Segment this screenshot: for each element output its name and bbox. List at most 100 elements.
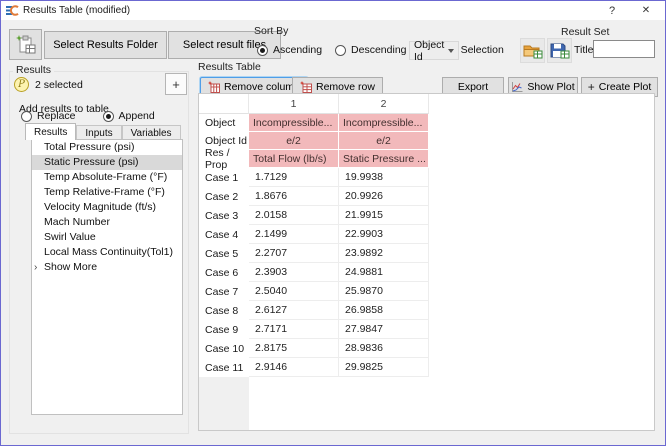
table-case-row: Case 5 2.2707 23.9892 <box>199 244 654 263</box>
results-list-item[interactable]: › Show More <box>32 260 182 275</box>
table-cell[interactable]: 2.2707 <box>249 244 339 263</box>
remove-row-label: Remove row <box>316 81 375 93</box>
plus-icon: + <box>588 80 595 94</box>
table-cell[interactable]: Static Pressure ... <box>339 150 429 168</box>
sort-field-value: Object Id <box>414 39 448 63</box>
sort-by-radio-option[interactable]: Descending <box>335 44 406 56</box>
row-header-cell[interactable]: Case 8 <box>199 301 249 320</box>
results-list-item-label: Local Mass Continuity(Tol1) <box>44 246 173 258</box>
row-header-cell[interactable]: Case 4 <box>199 225 249 244</box>
table-cell[interactable]: Incompressible... <box>249 114 339 132</box>
table-case-row: Case 10 2.8175 28.9836 <box>199 339 654 358</box>
results-list-item[interactable]: Total Pressure (psi) <box>32 140 182 155</box>
save-result-set-button[interactable] <box>547 38 572 63</box>
close-icon[interactable]: ✕ <box>633 1 659 20</box>
row-header-cell[interactable]: Case 3 <box>199 206 249 225</box>
results-list-item[interactable]: Temp Relative-Frame (°F) <box>32 185 182 200</box>
row-header-cell[interactable]: Case 7 <box>199 282 249 301</box>
row-header-cell[interactable]: Case 6 <box>199 263 249 282</box>
table-cell[interactable]: 29.9825 <box>339 358 429 377</box>
results-list-item[interactable]: Local Mass Continuity(Tol1) <box>32 245 182 260</box>
table-cell[interactable]: 24.9881 <box>339 263 429 282</box>
expand-chevron-icon[interactable]: › <box>34 260 37 275</box>
table-cell[interactable]: 23.9892 <box>339 244 429 263</box>
table-cell[interactable]: 2.1499 <box>249 225 339 244</box>
result-set-title-input[interactable] <box>593 40 655 58</box>
table-cell[interactable]: 2.5040 <box>249 282 339 301</box>
table-cell[interactable]: 26.9858 <box>339 301 429 320</box>
table-cell[interactable]: 2.3903 <box>249 263 339 282</box>
results-list-item[interactable]: Mach Number <box>32 215 182 230</box>
table-cell[interactable]: 1.8676 <box>249 187 339 206</box>
radio-icon <box>21 111 32 122</box>
help-button[interactable]: ? <box>599 1 625 20</box>
add-mode-radio-option[interactable]: Replace <box>21 110 76 122</box>
row-header-cell[interactable]: Case 10 <box>199 339 249 358</box>
tab[interactable]: Inputs <box>76 125 121 140</box>
column-header-cell[interactable]: 1 <box>249 94 339 114</box>
results-list-item[interactable]: Velocity Magnitude (ft/s) <box>32 200 182 215</box>
table-case-row: Case 11 2.9146 29.9825 <box>199 358 654 377</box>
tab[interactable]: Results <box>25 123 76 140</box>
table-case-row: Case 8 2.6127 26.9858 <box>199 301 654 320</box>
table-case-row: Case 7 2.5040 25.9870 <box>199 282 654 301</box>
results-list: Total Pressure (psi) Static Pressure (ps… <box>31 139 183 415</box>
remove-column-label: Remove column <box>224 81 300 93</box>
table-cell[interactable]: 21.9915 <box>339 206 429 225</box>
table-cell[interactable]: 1.7129 <box>249 168 339 187</box>
select-results-folder-button[interactable]: Select Results Folder <box>44 31 167 59</box>
table-cell[interactable]: 28.9836 <box>339 339 429 358</box>
table-case-row: Case 4 2.1499 22.9903 <box>199 225 654 244</box>
table-corner-cell[interactable] <box>199 94 249 114</box>
sort-by-label: Sort By <box>254 25 288 37</box>
title-label: Title <box>574 44 593 56</box>
row-header-cell[interactable]: Case 9 <box>199 320 249 339</box>
table-cell[interactable]: 2.6127 <box>249 301 339 320</box>
row-header-cell[interactable]: Object <box>199 114 249 132</box>
row-header-cell[interactable]: Case 1 <box>199 168 249 187</box>
column-header-cell[interactable]: 2 <box>339 94 429 114</box>
table-cell[interactable]: 20.9926 <box>339 187 429 206</box>
table-cell[interactable]: 2.7171 <box>249 320 339 339</box>
table-header-row: 1 2 <box>199 94 654 114</box>
results-list-item[interactable]: Swirl Value <box>32 230 182 245</box>
results-list-item[interactable]: Static Pressure (psi) <box>32 155 182 170</box>
row-header-cell[interactable]: Res / Prop <box>199 150 249 168</box>
table-cell[interactable]: 27.9847 <box>339 320 429 339</box>
result-set-label: Result Set <box>561 26 609 38</box>
table-cell[interactable]: e/2 <box>249 132 339 150</box>
sort-field-dropdown[interactable]: Object Id <box>409 41 459 60</box>
remove-column-icon <box>208 81 220 93</box>
tab-label: Variables <box>131 128 172 139</box>
table-cell[interactable]: e/2 <box>339 132 429 150</box>
table-cell[interactable]: Incompressible... <box>339 114 429 132</box>
titlebar: Results Table (modified) ? ✕ <box>1 1 665 20</box>
sort-by-options: Ascending Descending User Selection <box>257 44 504 56</box>
tab[interactable]: Variables <box>122 125 181 140</box>
add-mode-radio-option[interactable]: Append <box>103 110 155 122</box>
table-cell[interactable]: Total Flow (lb/s) <box>249 150 339 168</box>
table-cell[interactable]: 2.9146 <box>249 358 339 377</box>
table-cell[interactable]: 22.9903 <box>339 225 429 244</box>
radio-icon <box>335 45 346 56</box>
sort-by-radio-option[interactable]: Ascending <box>257 44 322 56</box>
row-header-cell[interactable]: Case 5 <box>199 244 249 263</box>
add-result-button[interactable]: + <box>165 73 187 95</box>
add-mode-options: Replace Append <box>21 110 155 122</box>
radio-icon <box>103 111 114 122</box>
table-cell[interactable]: 25.9870 <box>339 282 429 301</box>
show-plot-label: Show Plot <box>527 81 574 93</box>
table-cell[interactable]: 2.0158 <box>249 206 339 225</box>
results-list-item[interactable]: Temp Absolute-Frame (°F) <box>32 170 182 185</box>
new-table-icon <box>15 34 37 56</box>
results-list-item-label: Temp Absolute-Frame (°F) <box>44 171 167 183</box>
table-case-row: Case 6 2.3903 24.9881 <box>199 263 654 282</box>
new-results-table-button[interactable] <box>9 29 42 60</box>
table-cell[interactable]: 19.9938 <box>339 168 429 187</box>
window-title: Results Table (modified) <box>23 5 130 16</box>
row-header-cell[interactable]: Case 11 <box>199 358 249 377</box>
load-result-set-button[interactable] <box>520 38 545 63</box>
folder-plus-icon <box>523 42 543 60</box>
table-cell[interactable]: 2.8175 <box>249 339 339 358</box>
row-header-cell[interactable]: Case 2 <box>199 187 249 206</box>
